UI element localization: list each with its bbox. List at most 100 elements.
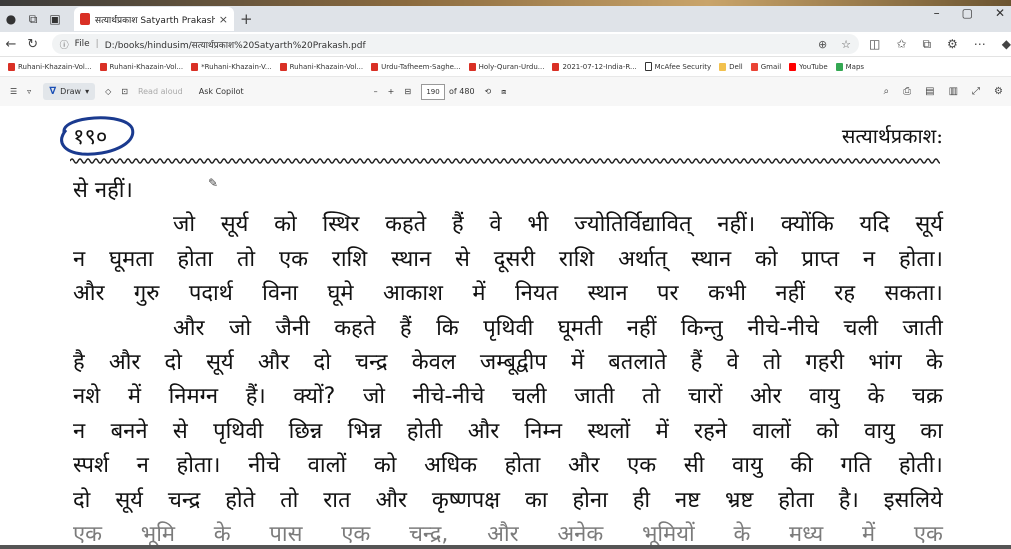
text-line: नशे में निमग्न हैं। क्यों? जो नीचे-नीचे चली जाती…	[73, 384, 943, 410]
running-header: सत्यार्थप्रकाश:	[841, 124, 943, 148]
pdf-page: १९० सत्यार्थप्रकाश: ✎ से नहीं। जो सूर्य को…	[0, 106, 1011, 549]
pdf-icon	[80, 13, 90, 25]
taskbar-edge	[0, 545, 1011, 549]
text-line: और गुरु पदार्थ विना घूमे आकाश में नियत स्थान पर कभ…	[73, 281, 943, 307]
fullscreen-icon[interactable]: ⤢	[972, 86, 980, 97]
text-line: है और दो सूर्य और दो चन्द्र केवल जम्बूद्वीप में बत…	[73, 350, 943, 376]
tab-title: सत्यार्थप्रकाश Satyarth Prakash.pd	[95, 15, 215, 26]
pdf-icon	[371, 62, 379, 71]
pdf-toolbar: ☰ ▿ ∇ Draw ▾ ◇ ⊡ Read aloud Ask Copilot …	[0, 77, 1011, 107]
text-line: न घूमता होता तो एक राशि स्थान से दूसरी राशि अर्थात…	[73, 246, 943, 272]
url-text[interactable]: D:/books/hindusim/सत्यार्थप्रकाश%20Satya…	[105, 38, 818, 51]
rotate-icon[interactable]: ⟲	[485, 87, 492, 96]
workspaces-icon[interactable]: ⧉	[22, 8, 44, 30]
bookmark-label: Ruhani-Khazain-Vol...	[289, 62, 364, 71]
bookmark-item[interactable]: Ruhani-Khazain-Vol...	[99, 62, 184, 71]
zoom-icon[interactable]: ⊕	[818, 38, 827, 51]
save-as-icon[interactable]: ▥	[949, 86, 958, 97]
bookmark-label: 2021-07-12-India-R...	[562, 62, 637, 71]
url-scheme: File	[74, 39, 90, 49]
text-line: स्पर्श न होता। नीचे वालों को अधिक होता और एक सी वाय…	[73, 453, 943, 479]
ask-copilot-button[interactable]: Ask Copilot	[199, 87, 244, 96]
filter-icon[interactable]: ▿	[27, 87, 31, 96]
maps-icon	[835, 62, 843, 71]
text-line: से नहीं।	[73, 178, 133, 203]
bookmark-label: Ruhani-Khazain-Vol...	[109, 62, 184, 71]
pdf-icon	[552, 62, 560, 71]
draw-pen-icon: ∇	[49, 86, 57, 97]
refresh-icon[interactable]: ↻	[22, 37, 44, 52]
pdf-icon	[191, 62, 199, 71]
page-text: से नहीं। जो सूर्य को स्थिर कहते हैं वे भी ज्योति…	[73, 174, 943, 549]
bookmark-item[interactable]: *Ruhani-Khazain-V...	[191, 62, 272, 71]
text-line: दो सूर्य चन्द्र होते तो रात और कृष्णपक्ष का होना ह…	[73, 487, 943, 513]
address-bar: ← ↻ ⓘ File | D:/books/hindusim/सत्यार्थप…	[0, 32, 1011, 57]
eraser-icon[interactable]: ◇	[105, 87, 111, 96]
favorite-star-icon[interactable]: ☆	[841, 38, 851, 51]
favorites-icon[interactable]: ✩	[896, 37, 906, 52]
pdf-icon	[468, 62, 476, 71]
bookmark-item[interactable]: Gmail	[750, 62, 781, 71]
maximize-button[interactable]: ▢	[962, 6, 973, 20]
doc-icon	[644, 62, 652, 71]
zoom-in-button[interactable]: +	[388, 87, 395, 96]
tab-actions-icon[interactable]: ▣	[44, 8, 66, 30]
contents-icon[interactable]: ☰	[10, 87, 17, 96]
bookmark-label: Maps	[845, 62, 865, 71]
extensions-icon[interactable]: ⚙	[947, 37, 958, 52]
search-icon[interactable]: ⌕	[884, 86, 890, 97]
window-controls: – ▢ ✕	[934, 6, 1005, 20]
split-screen-icon[interactable]: ◫	[869, 37, 880, 52]
pdf-icon	[99, 62, 107, 71]
text-icon[interactable]: ⊡	[121, 87, 128, 96]
draw-button[interactable]: ∇ Draw ▾	[43, 83, 96, 100]
bookmark-item[interactable]: McAfee Security	[644, 62, 712, 71]
bookmark-label: Urdu-Tafheem-Saghe...	[381, 62, 461, 71]
bookmark-label: Dell	[729, 62, 743, 71]
info-icon[interactable]: ⓘ	[60, 38, 69, 51]
print-icon[interactable]: ⎙	[903, 86, 911, 97]
save-icon[interactable]: ▤	[925, 86, 934, 97]
bookmark-item[interactable]: Ruhani-Khazain-Vol...	[8, 62, 92, 71]
url-field[interactable]: ⓘ File | D:/books/hindusim/सत्यार्थप्रका…	[51, 34, 860, 54]
copilot-icon[interactable]: ◆	[1002, 37, 1011, 52]
zoom-out-button[interactable]: –	[374, 87, 378, 96]
page-number-input[interactable]: 190	[421, 83, 446, 100]
gmail-icon	[750, 62, 758, 71]
text-line: न बनने से पृथिवी छिन्न भिन्न होती और निम्न स्थलों…	[73, 418, 943, 444]
youtube-icon	[789, 62, 797, 71]
text-line: और जो जैनी कहते हैं कि पृथिवी घूमती नहीं किन्तु नी…	[173, 315, 943, 341]
more-icon[interactable]: ⋯	[974, 37, 986, 52]
bookmark-item[interactable]: 2021-07-12-India-R...	[552, 62, 637, 71]
text-line: जो सूर्य को स्थिर कहते हैं वे भी ज्योतिर्विद्याव…	[173, 212, 943, 238]
collections-icon[interactable]: ⧉	[922, 37, 931, 52]
tab-active[interactable]: सत्यार्थप्रकाश Satyarth Prakash.pd ×	[74, 7, 234, 31]
pdf-icon	[279, 62, 287, 71]
bookmark-item[interactable]: Ruhani-Khazain-Vol...	[279, 62, 364, 71]
bookmark-label: YouTube	[799, 62, 828, 71]
chevron-down-icon[interactable]: ▾	[85, 87, 89, 96]
page-number: १९०	[73, 125, 108, 150]
bookmark-item[interactable]: Urdu-Tafheem-Saghe...	[371, 62, 461, 71]
bookmark-label: McAfee Security	[654, 62, 712, 71]
tab-bar: ● ⧉ ▣ सत्यार्थप्रकाश Satyarth Prakash.pd…	[0, 6, 1011, 32]
back-icon[interactable]: ←	[0, 37, 22, 52]
tab-close-icon[interactable]: ×	[219, 13, 228, 26]
bookmark-item[interactable]: YouTube	[789, 62, 828, 71]
settings-gear-icon[interactable]: ⚙	[994, 86, 1003, 97]
new-tab-button[interactable]: +	[240, 10, 253, 28]
fit-page-icon[interactable]: ⊟	[404, 87, 411, 96]
bookmark-label: *Ruhani-Khazain-V...	[201, 62, 272, 71]
bookmark-item[interactable]: Maps	[835, 62, 865, 71]
profile-icon[interactable]: ●	[0, 8, 22, 30]
bookmark-label: Ruhani-Khazain-Vol...	[18, 62, 92, 71]
header-wavy-rule	[70, 158, 940, 164]
close-window-button[interactable]: ✕	[995, 6, 1005, 20]
page-view-icon[interactable]: ⧈	[501, 87, 506, 97]
pdf-icon	[8, 62, 15, 71]
bookmark-item[interactable]: Dell	[719, 62, 743, 71]
bookmark-item[interactable]: Holy-Quran-Urdu...	[468, 62, 544, 71]
url-separator: |	[95, 39, 99, 49]
read-aloud-button[interactable]: Read aloud	[138, 87, 183, 96]
minimize-button[interactable]: –	[934, 6, 940, 20]
